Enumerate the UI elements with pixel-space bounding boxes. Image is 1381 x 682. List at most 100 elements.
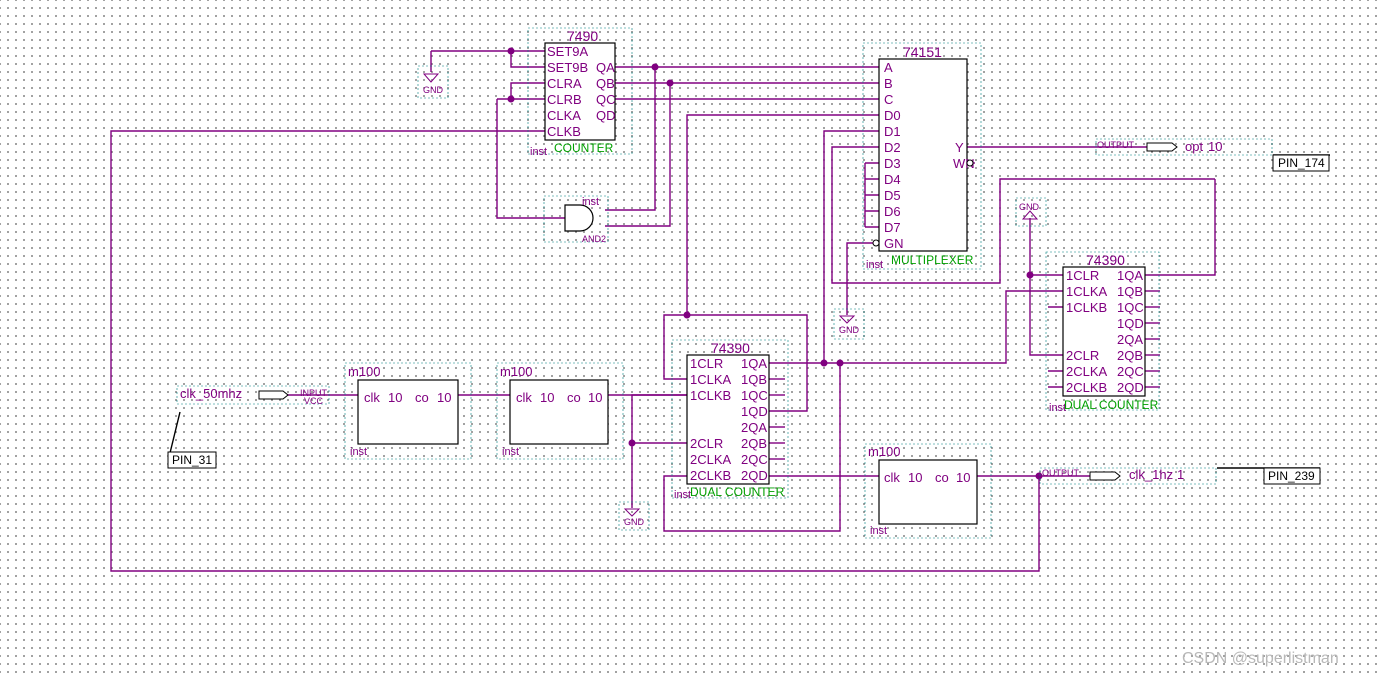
counter-7490[interactable]: 7490 SET9A SET9B CLRA CLRB CLKA CLKB QA … bbox=[527, 27, 633, 158]
svg-text:SET9B: SET9B bbox=[547, 60, 588, 75]
svg-text:1QD: 1QD bbox=[741, 404, 768, 419]
svg-text:D7: D7 bbox=[884, 220, 901, 235]
svg-text:2QB: 2QB bbox=[1117, 348, 1143, 363]
svg-text:D6: D6 bbox=[884, 204, 901, 219]
gnd-symbol-bottom: GND bbox=[618, 501, 650, 531]
svg-text:10: 10 bbox=[540, 390, 554, 405]
svg-text:10: 10 bbox=[588, 390, 602, 405]
svg-text:QD: QD bbox=[596, 108, 616, 123]
svg-text:GND: GND bbox=[624, 517, 645, 527]
svg-text:2CLKA: 2CLKA bbox=[690, 452, 732, 467]
m100-block-3[interactable]: m100 clk 10 co 10 inst bbox=[864, 443, 992, 539]
svg-text:CLRB: CLRB bbox=[547, 92, 582, 107]
mux-74151[interactable]: 74151 A B C D0 D1 D2 D3 D4 D5 D6 D7 GN Y… bbox=[862, 42, 982, 271]
svg-text:inst: inst bbox=[870, 525, 887, 537]
svg-text:OUTPUT: OUTPUT bbox=[1097, 140, 1135, 150]
wire-d0 bbox=[686, 114, 885, 315]
svg-text:co: co bbox=[935, 470, 949, 485]
svg-text:D1: D1 bbox=[884, 124, 901, 139]
svg-text:inst: inst bbox=[530, 146, 547, 158]
svg-text:2QB: 2QB bbox=[741, 436, 767, 451]
svg-text:DUAL COUNTER: DUAL COUNTER bbox=[1064, 398, 1159, 412]
svg-text:2QC: 2QC bbox=[1117, 364, 1144, 379]
svg-text:MULTIPLEXER: MULTIPLEXER bbox=[891, 253, 974, 267]
svg-text:GN: GN bbox=[884, 236, 904, 251]
svg-text:CLRA: CLRA bbox=[547, 76, 582, 91]
and-gate[interactable]: inst AND2 bbox=[543, 195, 609, 244]
dual-counter-1[interactable]: 74390 1CLR 1CLKA 1CLKB 2CLR 2CLKA 2CLKB … bbox=[671, 339, 789, 501]
svg-text:GND: GND bbox=[1019, 202, 1040, 212]
svg-text:1QC: 1QC bbox=[741, 388, 768, 403]
svg-text:2CLKB: 2CLKB bbox=[690, 468, 731, 483]
svg-text:74390: 74390 bbox=[711, 340, 750, 356]
svg-text:74390: 74390 bbox=[1086, 252, 1125, 268]
input-pin-clk[interactable]: clk_50mhz INPUT VCC PIN_31 bbox=[167, 385, 330, 469]
svg-text:D2: D2 bbox=[884, 140, 901, 155]
svg-text:1CLKA: 1CLKA bbox=[690, 372, 732, 387]
svg-text:VCC: VCC bbox=[304, 396, 324, 406]
svg-text:D5: D5 bbox=[884, 188, 901, 203]
svg-text:2QD: 2QD bbox=[741, 468, 768, 483]
svg-text:inst: inst bbox=[674, 489, 691, 501]
svg-text:PIN_174: PIN_174 bbox=[1278, 156, 1325, 170]
output-pin-opt[interactable]: OUTPUT opt 10 PIN_174 bbox=[1095, 138, 1330, 172]
svg-text:1QB: 1QB bbox=[741, 372, 767, 387]
svg-text:1CLR: 1CLR bbox=[1066, 268, 1099, 283]
svg-text:CLKA: CLKA bbox=[547, 108, 581, 123]
svg-text:Y: Y bbox=[955, 140, 964, 155]
svg-text:A: A bbox=[884, 60, 893, 75]
svg-text:inst: inst bbox=[866, 259, 883, 271]
svg-text:D0: D0 bbox=[884, 108, 901, 123]
m100-block-2[interactable]: m100 clk 10 co 10 inst bbox=[496, 362, 624, 460]
gnd-symbol-mux: GND bbox=[833, 308, 865, 340]
svg-text:inst: inst bbox=[502, 446, 519, 458]
svg-text:2CLKB: 2CLKB bbox=[1066, 380, 1107, 395]
svg-text:clk_50mhz: clk_50mhz bbox=[180, 386, 242, 401]
svg-text:2QA: 2QA bbox=[741, 420, 767, 435]
mux-title: 74151 bbox=[903, 44, 942, 60]
svg-text:DUAL COUNTER: DUAL COUNTER bbox=[690, 485, 785, 499]
svg-text:m100: m100 bbox=[868, 444, 901, 459]
svg-text:2CLKA: 2CLKA bbox=[1066, 364, 1108, 379]
svg-text:co: co bbox=[567, 390, 581, 405]
svg-text:CLKB: CLKB bbox=[547, 124, 581, 139]
svg-text:10: 10 bbox=[908, 470, 922, 485]
svg-text:1QB: 1QB bbox=[1117, 284, 1143, 299]
m100-block-1[interactable]: m100 clk 10 co 10 inst bbox=[344, 362, 472, 460]
svg-text:m100: m100 bbox=[348, 364, 381, 379]
svg-text:opt: opt bbox=[1185, 139, 1203, 154]
svg-text:1QA: 1QA bbox=[1117, 268, 1143, 283]
svg-text:D4: D4 bbox=[884, 172, 901, 187]
svg-text:clk: clk bbox=[516, 390, 532, 405]
svg-text:1CLKA: 1CLKA bbox=[1066, 284, 1108, 299]
svg-text:clk: clk bbox=[364, 390, 380, 405]
svg-text:COUNTER: COUNTER bbox=[554, 141, 614, 155]
svg-text:clk_1hz: clk_1hz bbox=[1129, 467, 1173, 482]
svg-text:1CLKB: 1CLKB bbox=[690, 388, 731, 403]
svg-text:2QA: 2QA bbox=[1117, 332, 1143, 347]
svg-text:co: co bbox=[415, 390, 429, 405]
schematic-diagram: GND GND GND GND 7490 SET9A SET9B CLRA CL… bbox=[110, 27, 1339, 667]
svg-text:2CLR: 2CLR bbox=[690, 436, 723, 451]
svg-text:2QD: 2QD bbox=[1117, 380, 1144, 395]
svg-text:1: 1 bbox=[1177, 467, 1184, 482]
svg-text:inst: inst bbox=[350, 446, 367, 458]
svg-text:2CLR: 2CLR bbox=[1066, 348, 1099, 363]
wire-gnd-2clr bbox=[1029, 218, 1065, 356]
wire-1clka bbox=[663, 314, 689, 380]
svg-text:OUTPUT: OUTPUT bbox=[1042, 468, 1080, 478]
svg-text:1QA: 1QA bbox=[741, 356, 767, 371]
dual-counter-2[interactable]: 74390 1CLR 1CLKA 1CLKB 2CLR 2CLKA 2CLKB … bbox=[1045, 251, 1160, 414]
watermark: CSDN @superlistman bbox=[1182, 650, 1339, 667]
svg-text:QA: QA bbox=[596, 60, 615, 75]
svg-text:10: 10 bbox=[437, 390, 451, 405]
svg-text:SET9A: SET9A bbox=[547, 44, 589, 59]
svg-text:2QC: 2QC bbox=[741, 452, 768, 467]
svg-text:GND: GND bbox=[423, 85, 444, 95]
wire-1qa-1clka bbox=[769, 290, 1065, 364]
svg-text:D3: D3 bbox=[884, 156, 901, 171]
svg-text:clk: clk bbox=[884, 470, 900, 485]
svg-text:QC: QC bbox=[596, 92, 616, 107]
gnd-symbol-counter2: GND bbox=[1015, 197, 1047, 227]
schematic-canvas[interactable]: GND GND GND GND 7490 SET9A SET9B CLRA CL… bbox=[0, 0, 1381, 677]
